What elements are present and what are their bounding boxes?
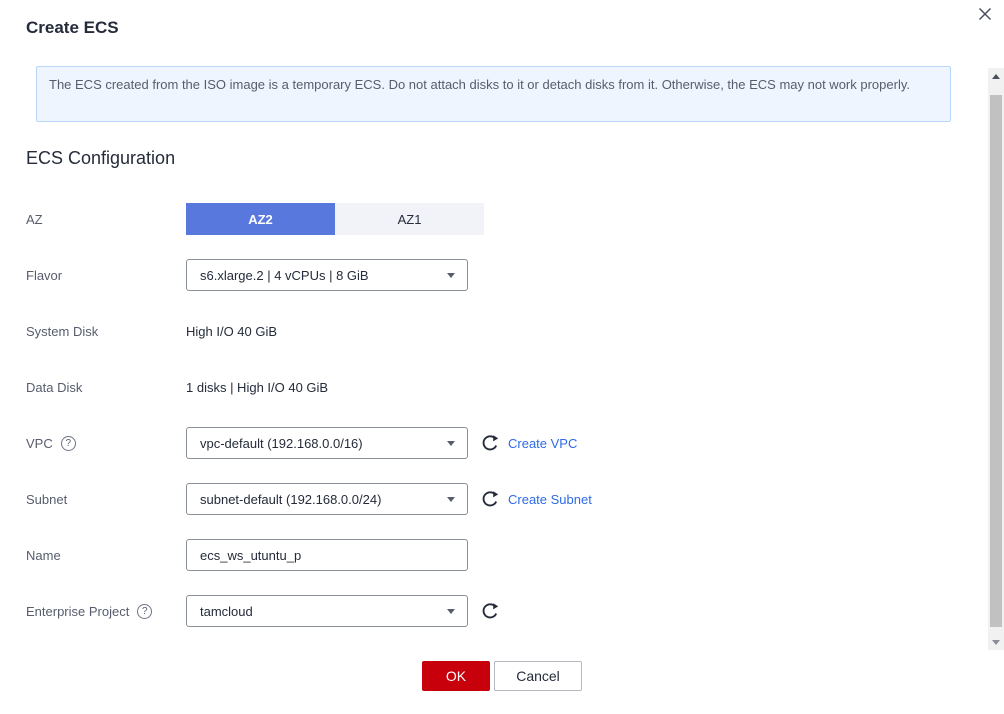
scroll-up-icon bbox=[992, 74, 1000, 79]
data-disk-label: Data Disk bbox=[26, 380, 82, 395]
dialog-header: Create ECS bbox=[0, 0, 1004, 38]
chevron-down-icon bbox=[447, 441, 455, 446]
vpc-refresh-button[interactable] bbox=[480, 433, 500, 453]
scrollbar-thumb[interactable] bbox=[990, 95, 1002, 627]
section-heading: ECS Configuration bbox=[26, 148, 1004, 169]
system-disk-value: High I/O 40 GiB bbox=[186, 324, 277, 339]
refresh-icon bbox=[481, 490, 499, 508]
scrollbar-down-button[interactable] bbox=[988, 634, 1004, 650]
form-row-subnet: Subnet subnet-default (192.168.0.0/24) C… bbox=[26, 483, 1004, 515]
system-disk-label: System Disk bbox=[26, 324, 98, 339]
az-segmented-control: AZ2 AZ1 bbox=[186, 203, 484, 235]
dialog-title: Create ECS bbox=[26, 18, 119, 37]
banner-text: The ECS created from the ISO image is a … bbox=[49, 77, 910, 92]
scroll-down-icon bbox=[992, 640, 1000, 645]
ecs-config-form: AZ AZ2 AZ1 Flavor s6.xlarge.2 | 4 vCPUs … bbox=[26, 203, 1004, 627]
vertical-scrollbar[interactable] bbox=[988, 68, 1004, 650]
chevron-down-icon bbox=[447, 497, 455, 502]
enterprise-project-label: Enterprise Project bbox=[26, 604, 129, 619]
name-label: Name bbox=[26, 548, 61, 563]
vpc-label: VPC bbox=[26, 436, 53, 451]
vpc-selected-value: vpc-default (192.168.0.0/16) bbox=[200, 436, 363, 451]
create-vpc-link[interactable]: Create VPC bbox=[508, 436, 577, 451]
ok-button[interactable]: OK bbox=[422, 661, 490, 691]
refresh-icon bbox=[481, 602, 499, 620]
subnet-label: Subnet bbox=[26, 492, 67, 507]
enterprise-project-select[interactable]: tamcloud bbox=[186, 595, 468, 627]
create-subnet-link[interactable]: Create Subnet bbox=[508, 492, 592, 507]
az-option-az1[interactable]: AZ1 bbox=[335, 203, 484, 235]
form-row-data-disk: Data Disk 1 disks | High I/O 40 GiB bbox=[26, 371, 1004, 403]
cancel-button[interactable]: Cancel bbox=[494, 661, 582, 691]
enterprise-project-selected-value: tamcloud bbox=[200, 604, 253, 619]
name-input[interactable] bbox=[186, 539, 468, 571]
az-option-az2[interactable]: AZ2 bbox=[186, 203, 335, 235]
chevron-down-icon bbox=[447, 609, 455, 614]
form-row-system-disk: System Disk High I/O 40 GiB bbox=[26, 315, 1004, 347]
subnet-refresh-button[interactable] bbox=[480, 489, 500, 509]
flavor-selected-value: s6.xlarge.2 | 4 vCPUs | 8 GiB bbox=[200, 268, 369, 283]
vpc-help-icon[interactable]: ? bbox=[61, 436, 76, 451]
az-label: AZ bbox=[26, 212, 43, 227]
chevron-down-icon bbox=[447, 273, 455, 278]
form-row-az: AZ AZ2 AZ1 bbox=[26, 203, 1004, 235]
close-button[interactable] bbox=[974, 3, 996, 25]
vpc-select[interactable]: vpc-default (192.168.0.0/16) bbox=[186, 427, 468, 459]
form-row-enterprise-project: Enterprise Project ? tamcloud bbox=[26, 595, 1004, 627]
form-row-vpc: VPC ? vpc-default (192.168.0.0/16) Creat… bbox=[26, 427, 1004, 459]
enterprise-project-refresh-button[interactable] bbox=[480, 601, 500, 621]
form-row-flavor: Flavor s6.xlarge.2 | 4 vCPUs | 8 GiB bbox=[26, 259, 1004, 291]
flavor-select[interactable]: s6.xlarge.2 | 4 vCPUs | 8 GiB bbox=[186, 259, 468, 291]
dialog-footer: OK Cancel bbox=[0, 661, 1004, 691]
refresh-icon bbox=[481, 434, 499, 452]
scrollbar-up-button[interactable] bbox=[988, 68, 1004, 84]
data-disk-value: 1 disks | High I/O 40 GiB bbox=[186, 380, 328, 395]
subnet-select[interactable]: subnet-default (192.168.0.0/24) bbox=[186, 483, 468, 515]
flavor-label: Flavor bbox=[26, 268, 62, 283]
subnet-selected-value: subnet-default (192.168.0.0/24) bbox=[200, 492, 381, 507]
iso-warning-banner: The ECS created from the ISO image is a … bbox=[36, 66, 951, 122]
form-row-name: Name bbox=[26, 539, 1004, 571]
close-icon bbox=[977, 6, 993, 22]
enterprise-project-help-icon[interactable]: ? bbox=[137, 604, 152, 619]
